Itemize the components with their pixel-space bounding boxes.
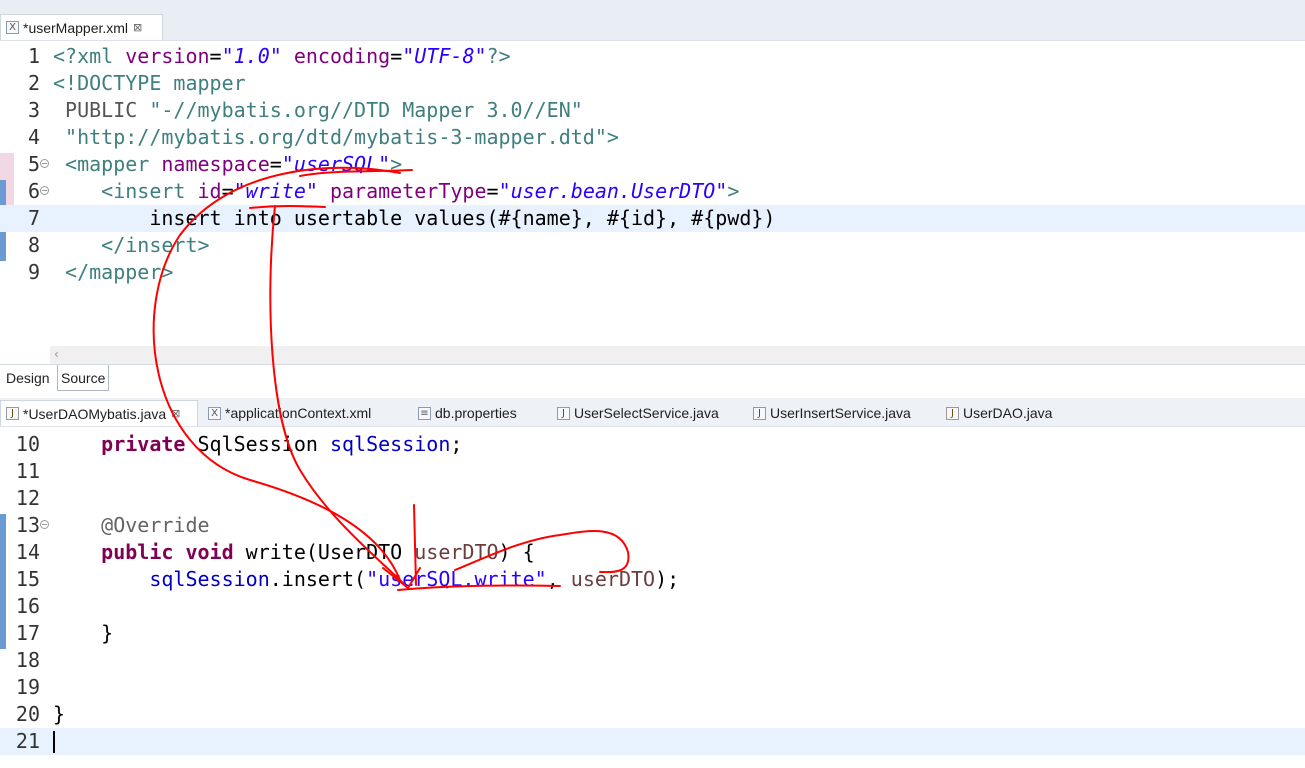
text-cursor bbox=[53, 731, 55, 753]
line-number: 19 bbox=[15, 675, 40, 699]
tab-user-dao-mybatis[interactable]: J *UserDAOMybatis.java ⊠ bbox=[0, 400, 198, 426]
tab-user-dao[interactable]: J UserDAO.java bbox=[941, 400, 1052, 426]
code-line: 16 bbox=[0, 593, 1305, 620]
code-line: 6 − <insert id="write" parameterType="us… bbox=[0, 178, 1305, 205]
tab-label: *applicationContext.xml bbox=[225, 405, 372, 421]
tab-label: UserInsertService.java bbox=[770, 405, 911, 421]
line-number: 21 bbox=[15, 729, 40, 753]
tab-db-properties[interactable]: ≡ db.properties bbox=[413, 400, 517, 426]
fold-toggle-icon[interactable]: − bbox=[40, 159, 49, 168]
properties-file-icon: ≡ bbox=[418, 406, 431, 420]
tab-label: UserDAO.java bbox=[963, 405, 1053, 421]
line-number: 5 bbox=[27, 152, 40, 176]
line-number: 1 bbox=[27, 44, 40, 68]
code-line: 14 public void write(UserDTO userDTO) { bbox=[15, 540, 535, 564]
line-number: 20 bbox=[15, 702, 40, 726]
line-number: 17 bbox=[15, 621, 40, 645]
tab-user-insert-service[interactable]: J UserInsertService.java bbox=[748, 400, 911, 426]
tab-label: db.properties bbox=[435, 405, 517, 421]
xml-source-editor[interactable]: 1 <?xml version="1.0" encoding="UTF-8"?>… bbox=[0, 41, 1305, 346]
tab-label: UserSelectService.java bbox=[574, 405, 719, 421]
tab-source[interactable]: Source bbox=[57, 365, 110, 391]
java-file-icon: J bbox=[753, 406, 766, 420]
tab-user-mapper-xml[interactable]: X *userMapper.xml ⊠ bbox=[0, 14, 163, 40]
line-number: 16 bbox=[15, 594, 40, 618]
tab-label: *userMapper.xml bbox=[23, 19, 129, 36]
line-number: 3 bbox=[27, 98, 40, 122]
xml-file-icon: X bbox=[208, 406, 221, 420]
close-icon[interactable]: ⊠ bbox=[171, 407, 180, 420]
xml-editor-tabbar: X *userMapper.xml ⊠ bbox=[0, 0, 1305, 41]
java-file-icon: J bbox=[946, 406, 959, 420]
java-file-icon: J bbox=[557, 406, 570, 420]
line-number: 15 bbox=[15, 567, 40, 591]
java-editor-tabbar: J *UserDAOMybatis.java ⊠ X *applicationC… bbox=[0, 398, 1305, 427]
line-number: 11 bbox=[15, 459, 40, 483]
code-line: 20 } bbox=[15, 702, 66, 726]
code-line: 2 <!DOCTYPE mapper bbox=[0, 70, 1305, 97]
code-line: 13 − @Override bbox=[15, 513, 210, 537]
tab-label: *UserDAOMybatis.java bbox=[23, 405, 167, 422]
java-file-icon: J bbox=[6, 407, 19, 420]
tab-application-context[interactable]: X *applicationContext.xml bbox=[203, 400, 371, 426]
code-line: 15 sqlSession.insert("userSQL.write", us… bbox=[15, 567, 680, 591]
tab-user-select-service[interactable]: J UserSelectService.java bbox=[552, 400, 719, 426]
java-source-editor[interactable]: 10 private SqlSession sqlSession; 11 12 … bbox=[0, 428, 1305, 768]
line-number: 2 bbox=[27, 71, 40, 95]
scroll-left-icon[interactable]: ‹ bbox=[54, 347, 59, 361]
line-number: 18 bbox=[15, 648, 40, 672]
code-line-current: 21 bbox=[0, 728, 1305, 755]
code-line: 10 private SqlSession sqlSession; bbox=[15, 432, 463, 456]
close-icon[interactable]: ⊠ bbox=[133, 21, 142, 34]
fold-toggle-icon[interactable]: − bbox=[40, 520, 49, 529]
code-line: 12 bbox=[0, 485, 1305, 512]
code-line: 1 <?xml version="1.0" encoding="UTF-8"?> bbox=[0, 43, 1305, 70]
line-number: 4 bbox=[27, 125, 40, 149]
line-number: 7 bbox=[27, 206, 40, 230]
code-line: 3 PUBLIC "-//mybatis.org//DTD Mapper 3.0… bbox=[0, 97, 1305, 124]
xml-file-icon: X bbox=[6, 21, 19, 34]
line-number: 9 bbox=[27, 260, 40, 284]
tab-design[interactable]: Design bbox=[3, 365, 53, 391]
code-line: 4 "http://mybatis.org/dtd/mybatis-3-mapp… bbox=[0, 124, 1305, 151]
line-number: 10 bbox=[15, 432, 40, 456]
code-line: 17 } bbox=[15, 621, 114, 645]
line-number: 6 bbox=[27, 179, 40, 203]
code-line: 9 </mapper> bbox=[0, 259, 1305, 286]
code-line: 8 </insert> bbox=[0, 232, 1305, 259]
code-line-current: 7 insert into usertable values(#{name}, … bbox=[0, 205, 1305, 232]
code-line: 5 − <mapper namespace="userSQL"> bbox=[0, 151, 1305, 178]
editor-mode-tabs: Design Source bbox=[0, 364, 1305, 398]
code-line: 11 bbox=[0, 458, 1305, 485]
fold-toggle-icon[interactable]: − bbox=[40, 186, 49, 195]
line-number: 8 bbox=[27, 233, 40, 257]
horizontal-scrollbar[interactable]: ‹ bbox=[50, 346, 1305, 364]
line-number: 14 bbox=[15, 540, 40, 564]
line-number: 13 bbox=[15, 513, 40, 537]
code-line: 18 bbox=[0, 647, 1305, 674]
line-number: 12 bbox=[15, 486, 40, 510]
code-line: 19 bbox=[0, 674, 1305, 701]
